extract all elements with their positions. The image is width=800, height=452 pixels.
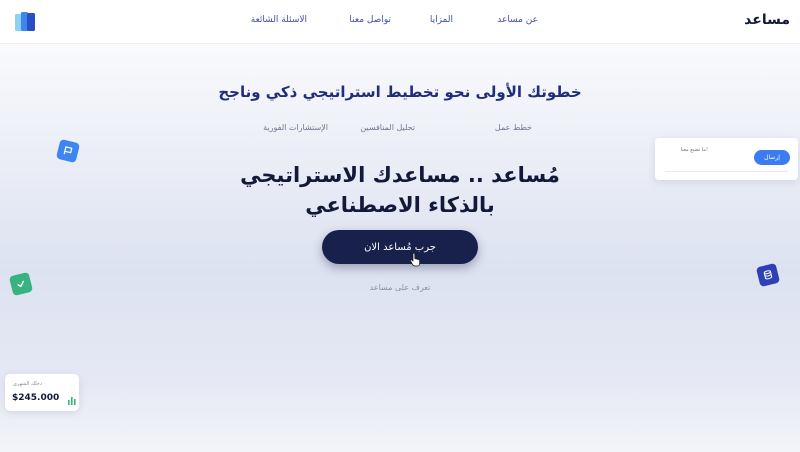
- try-now-button[interactable]: جرب مُساعد الان: [322, 230, 478, 264]
- check-icon: [17, 280, 25, 288]
- check-badge: [8, 271, 34, 297]
- income-value: $245.000: [12, 393, 60, 403]
- database-icon: [763, 270, 773, 280]
- send-button[interactable]: إرسال: [754, 150, 790, 165]
- contact-input-line[interactable]: [665, 171, 788, 172]
- navbar: عن مساعد المزايا تواصل معنا الاسئلة الشا…: [0, 0, 800, 44]
- subnav-item-business-plans: خطط عمل: [494, 123, 532, 132]
- learn-more-link[interactable]: تعرف على مساعد: [0, 283, 800, 292]
- nav-link-features[interactable]: المزايا: [430, 15, 453, 25]
- pointer-cursor-icon: [409, 253, 420, 267]
- subnav-item-competitor-analysis: تحليل المنافسين: [360, 123, 415, 132]
- income-label: دخلك الشهري: [13, 381, 43, 387]
- brand-name[interactable]: مساعد: [744, 12, 790, 28]
- hero-headline: خطوتك الأولى نحو تخطيط استراتيجي ذكي ونا…: [218, 83, 582, 101]
- nav-link-about[interactable]: عن مساعد: [497, 15, 538, 25]
- hero-subnav: خطط عمل تحليل المنافسين الإستشارات الفور…: [0, 123, 800, 137]
- subnav-item-instant-consulting: الإستشارات الفورية: [263, 123, 328, 132]
- income-card: دخلك الشهري $245.000: [5, 374, 79, 411]
- nav-link-contact[interactable]: تواصل معنا: [349, 15, 391, 25]
- flag-icon: [63, 146, 73, 155]
- contact-card-label: ما تضيع معنا!: [680, 147, 708, 153]
- landing-page: عن مساعد المزايا تواصل معنا الاسئلة الشا…: [0, 0, 800, 452]
- nav-link-faq[interactable]: الاسئلة الشائعة: [251, 15, 307, 25]
- nav-links: عن مساعد المزايا تواصل معنا الاسئلة الشا…: [0, 15, 800, 31]
- bar-chart-icon: [68, 397, 76, 405]
- contact-card: ما تضيع معنا! إرسال: [655, 138, 798, 180]
- hero-title-line-2: بالذكاء الاصطناعي: [305, 193, 495, 217]
